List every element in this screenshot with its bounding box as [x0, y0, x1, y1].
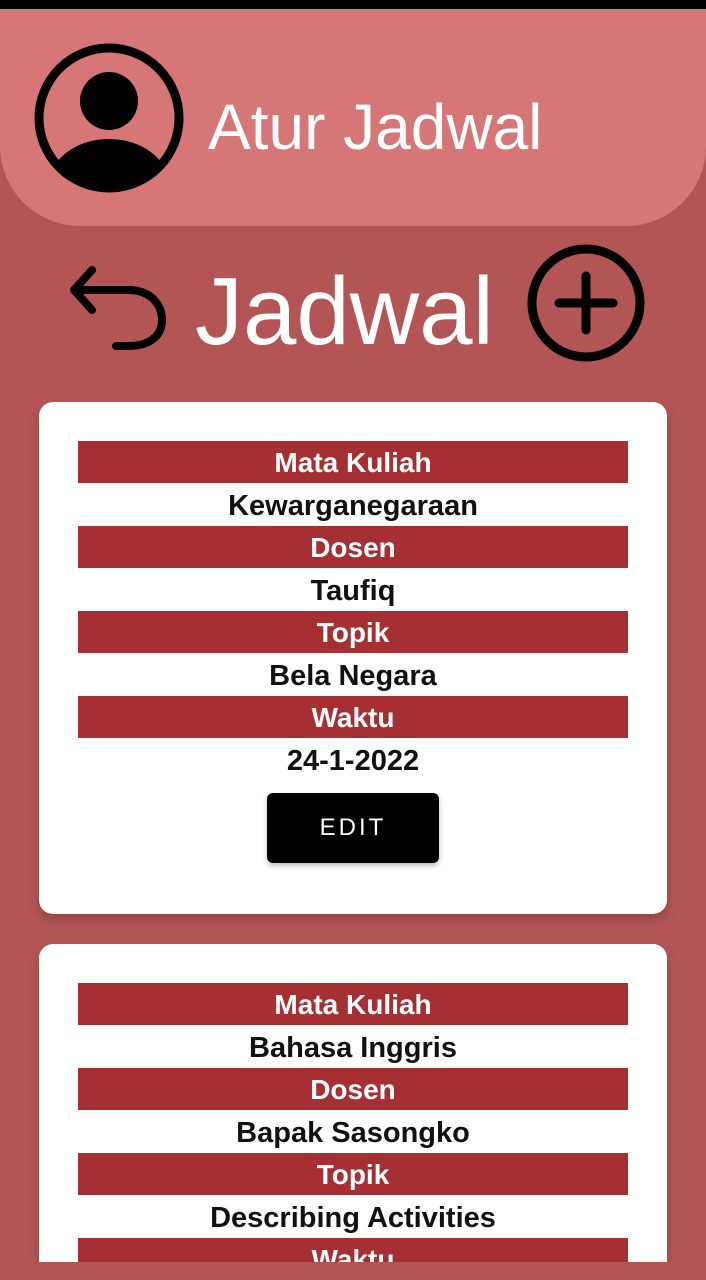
course-label: Mata Kuliah — [78, 983, 628, 1025]
time-label: Waktu — [78, 1238, 628, 1262]
schedule-card: Mata Kuliah Bahasa Inggris Dosen Bapak S… — [39, 944, 667, 1262]
course-label: Mata Kuliah — [78, 441, 628, 483]
navigation-bar — [0, 1262, 706, 1280]
course-value: Kewarganegaraan — [228, 490, 478, 522]
course-value: Bahasa Inggris — [249, 1032, 457, 1064]
time-label: Waktu — [78, 696, 628, 738]
lecturer-value: Taufiq — [310, 575, 396, 607]
lecturer-value: Bapak Sasongko — [236, 1117, 470, 1149]
topic-value: Bela Negara — [269, 660, 437, 692]
topic-value: Describing Activities — [210, 1202, 496, 1234]
edit-button[interactable]: EDIT — [267, 793, 439, 863]
topic-label: Topik — [78, 611, 628, 653]
schedule-list[interactable]: Mata Kuliah Kewarganegaraan Dosen Taufiq… — [0, 0, 706, 1262]
time-value: 24-1-2022 — [286, 745, 420, 777]
topic-label: Topik — [78, 1153, 628, 1195]
lecturer-label: Dosen — [78, 1068, 628, 1110]
schedule-card: Mata Kuliah Kewarganegaraan Dosen Taufiq… — [39, 402, 667, 914]
lecturer-label: Dosen — [78, 526, 628, 568]
